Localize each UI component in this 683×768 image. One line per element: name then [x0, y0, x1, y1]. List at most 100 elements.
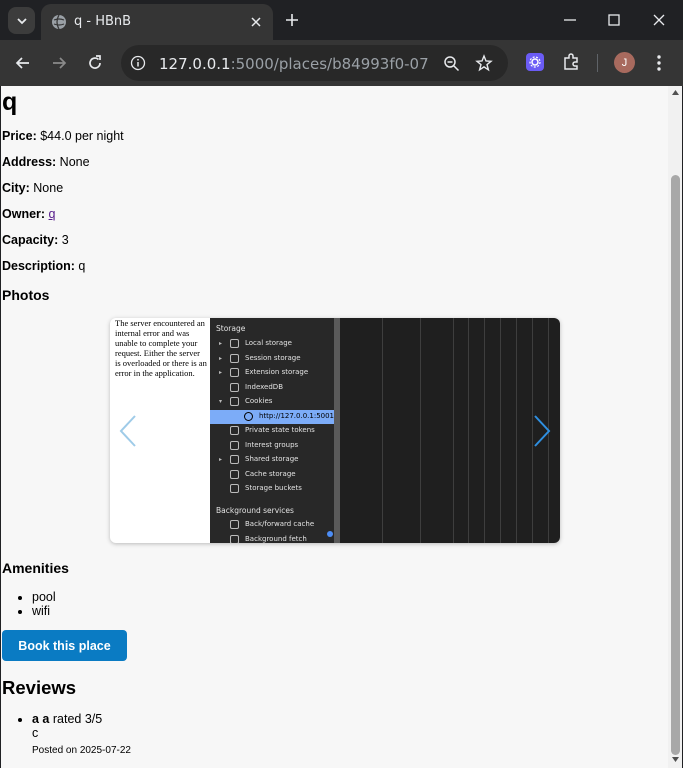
list-item: pool — [32, 590, 56, 604]
devtools-tree-item[interactable]: ▾ Cookies — [210, 395, 334, 409]
back-arrow-icon[interactable] — [13, 53, 33, 73]
devtools-item-label: http://127.0.0.1:5001 — [259, 411, 335, 420]
price-line: Price: $44.0 per night — [2, 129, 124, 143]
page-title: q — [2, 88, 18, 116]
capacity-value: 3 — [61, 233, 69, 247]
book-button[interactable]: Book this place — [2, 630, 127, 661]
reload-icon[interactable] — [85, 53, 105, 73]
expand-arrow-icon[interactable]: ▸ — [219, 340, 222, 347]
storage-icon — [230, 426, 239, 435]
storage-icon — [230, 353, 239, 363]
scrollbar-thumb[interactable] — [671, 175, 680, 755]
maximize-icon[interactable] — [606, 12, 622, 28]
devtools-item-label: Back/forward cache — [245, 520, 315, 528]
page-viewport: q Price: $44.0 per night Address: None C… — [0, 86, 683, 768]
storage-icon — [230, 534, 239, 543]
photo-error-text: The server encountered an internal error… — [115, 318, 207, 378]
review-comment: c — [32, 726, 39, 740]
address-line: Address: None — [2, 155, 90, 169]
url-text[interactable]: 127.0.0.1:5000/places/b84993f0-0700-449.… — [159, 55, 429, 73]
devtools-indicator-dot — [327, 531, 333, 537]
carousel-prev-icon[interactable] — [118, 414, 138, 448]
bookmark-star-icon[interactable] — [475, 54, 493, 72]
devtools-grid-line — [453, 318, 454, 543]
devtools-tree-item[interactable]: Storage buckets — [210, 482, 334, 496]
devtools-grid-line — [420, 318, 421, 543]
devtools-item-label: Background fetch — [245, 534, 307, 543]
storage-icon — [230, 339, 239, 348]
toolbar-divider — [597, 54, 598, 72]
devtools-grid-line — [516, 318, 517, 543]
capacity-label: Capacity: — [2, 233, 59, 247]
review-user: a a — [32, 712, 50, 726]
amenities-list: pool wifi — [32, 590, 56, 618]
photos-heading: Photos — [2, 287, 50, 303]
devtools-grid-line — [484, 318, 485, 543]
amenities-heading: Amenities — [2, 560, 69, 576]
owner-link[interactable]: q — [49, 207, 56, 221]
chevron-down-icon — [16, 17, 27, 24]
devtools-item-label: Local storage — [245, 339, 292, 347]
capacity-line: Capacity: 3 — [2, 233, 69, 247]
devtools-tree-item[interactable]: ▸ Local storage — [210, 337, 334, 351]
devtools-sidebar: Storage ▸ Local storage ▸ Session storage ▸ E… — [210, 318, 334, 543]
expand-arrow-icon[interactable]: ▸ — [219, 355, 222, 362]
close-icon[interactable] — [249, 15, 263, 29]
city-line: City: None — [2, 181, 63, 195]
devtools-tree-item[interactable]: http://127.0.0.1:5001 — [210, 409, 335, 424]
reviews-heading: Reviews — [2, 677, 77, 698]
extensions-puzzle-icon[interactable] — [561, 52, 581, 72]
devtools-tree-item[interactable]: ▸ Extension storage — [210, 366, 334, 380]
expand-arrow-icon[interactable]: ▸ — [219, 456, 222, 463]
expand-arrow-icon[interactable]: ▸ — [219, 369, 222, 376]
photo-carousel[interactable]: The server encountered an internal error… — [110, 318, 560, 543]
devtools-tree-item[interactable]: Background fetch — [210, 533, 334, 543]
devtools-background-heading: Background services — [216, 506, 294, 515]
forward-arrow-icon[interactable] — [49, 53, 69, 73]
profile-avatar[interactable]: J — [614, 52, 635, 73]
storage-icon — [244, 411, 253, 421]
devtools-screenshot: Storage ▸ Local storage ▸ Session storage ▸ E… — [210, 318, 560, 543]
address-bar[interactable]: 127.0.0.1:5000/places/b84993f0-0700-449.… — [121, 45, 508, 81]
devtools-item-label: IndexedDB — [245, 382, 283, 391]
city-value: None — [33, 181, 64, 195]
storage-icon — [230, 469, 239, 479]
review-rating: rated 3/5 — [52, 712, 103, 726]
page-scrollbar[interactable] — [668, 86, 682, 768]
carousel-next-icon[interactable] — [532, 414, 552, 448]
scroll-down-icon[interactable] — [671, 755, 680, 764]
devtools-grid-line — [468, 318, 469, 543]
new-tab-icon[interactable] — [284, 12, 300, 28]
scroll-up-icon[interactable] — [671, 88, 680, 97]
more-menu-icon[interactable] — [652, 53, 666, 73]
site-info-icon[interactable] — [130, 55, 146, 71]
tab-search-button[interactable] — [8, 7, 35, 34]
devtools-item-label: Shared storage — [245, 455, 299, 463]
zoom-icon[interactable] — [443, 55, 460, 72]
price-label: Price: — [2, 129, 37, 143]
tab-strip: q - HBnB — [0, 0, 683, 40]
description-value: q — [78, 259, 86, 273]
url-host: 127.0.0.1 — [159, 55, 231, 73]
window-close-icon[interactable] — [651, 12, 667, 28]
expand-arrow-icon[interactable]: ▾ — [219, 398, 222, 405]
browser-tab[interactable]: q - HBnB — [41, 4, 273, 40]
devtools-tree-item[interactable]: Back/forward cache — [210, 518, 334, 532]
minimize-icon[interactable] — [562, 12, 578, 28]
devtools-item-label: Private state tokens — [245, 426, 315, 434]
storage-icon — [230, 440, 239, 450]
devtools-tree-item[interactable]: IndexedDB — [210, 381, 334, 395]
devtools-tree-item[interactable]: Interest groups — [210, 439, 334, 453]
price-value: $44.0 per night — [40, 129, 124, 143]
storage-icon — [230, 455, 239, 464]
devtools-tree-item[interactable]: ▸ Shared storage — [210, 453, 334, 467]
devtools-tree-item[interactable]: Cache storage — [210, 468, 334, 482]
extension-icon[interactable] — [526, 53, 544, 71]
devtools-item-label: Cookies — [245, 397, 273, 405]
url-path: :5000/places/b84993f0-0700-449... — [230, 55, 429, 73]
storage-icon — [230, 397, 239, 406]
devtools-tree-item[interactable]: Private state tokens — [210, 424, 334, 438]
devtools-tree-item[interactable]: ▸ Session storage — [210, 352, 334, 366]
storage-icon — [230, 368, 239, 377]
owner-line: Owner: q — [2, 207, 56, 221]
